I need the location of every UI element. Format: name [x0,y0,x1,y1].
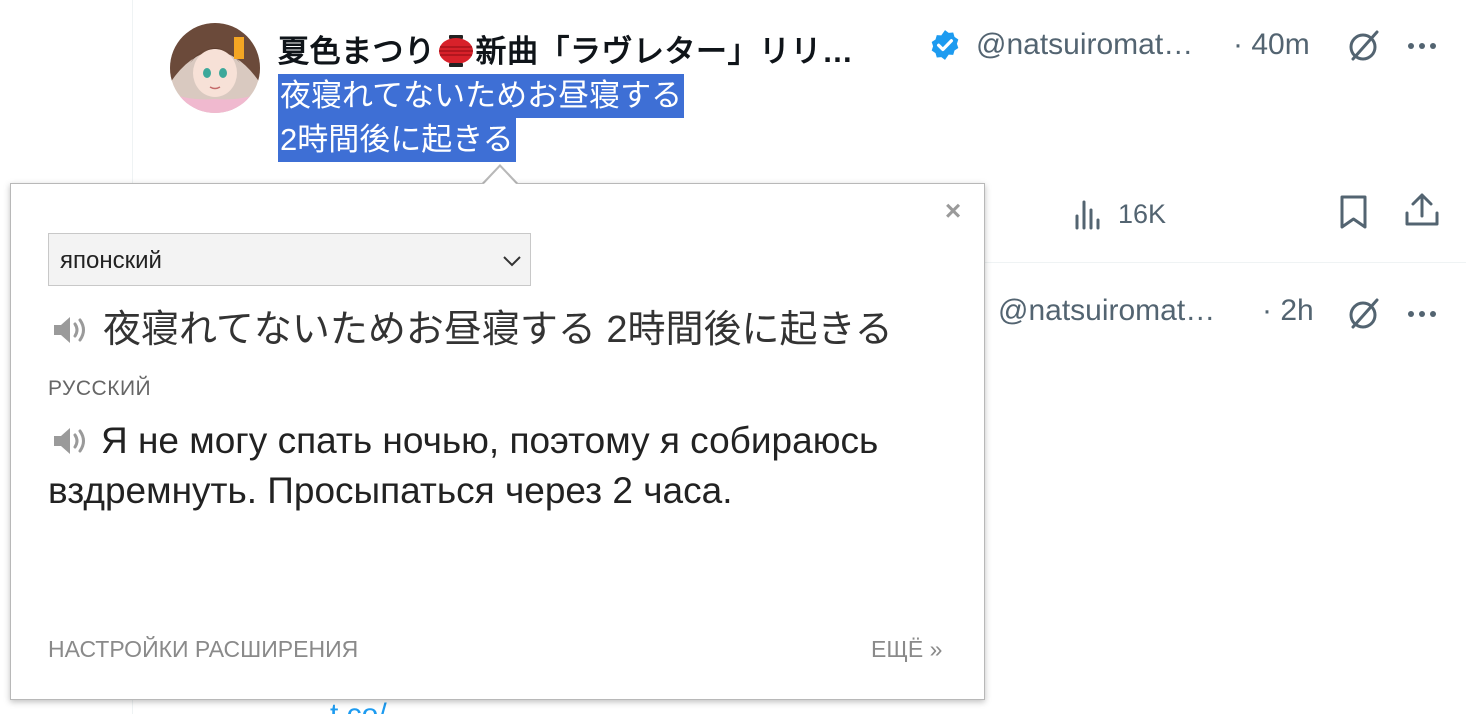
target-language-label: РУССКИЙ [48,377,152,400]
translation-block: Я не могу спать ночью, поэтому я собираю… [48,416,948,516]
extension-settings-link[interactable]: НАСТРОЙКИ РАСШИРЕНИЯ [48,636,358,663]
author-handle[interactable]: @natsuiromat… [976,28,1193,62]
popup-tail-inner [483,167,517,185]
views-chart-icon [1075,200,1100,230]
bookmark-icon[interactable] [1334,192,1374,232]
translate-popup: × японский 夜寝れてないためお昼寝する 2時間後に起きる РУССКИ… [10,183,985,700]
more-icon[interactable] [1404,296,1440,332]
tweet-link[interactable]: t.co/... [330,700,412,714]
grok-icon[interactable] [1346,28,1382,64]
grok-icon[interactable] [1346,296,1382,332]
source-row: 夜寝れてないためお昼寝する 2時間後に起きる [48,308,968,352]
chevron-down-icon [503,256,521,267]
source-text: 夜寝れてないためお昼寝する 2時間後に起きる [103,309,893,351]
tweet-time[interactable]: · 2h [1262,294,1314,328]
author-name[interactable]: 夏色まつり 新曲「ラヴレター」リリ… [278,26,854,71]
views-count: 16K [1118,198,1167,229]
lantern-emoji-icon [438,35,474,67]
page: 夏色まつり 新曲「ラヴレター」リリ… @natsuiromat… · 40m 夜寝… [0,0,1466,714]
tweet-header: 夏色まつり 新曲「ラヴレター」リリ… @natsuiromat… · 40m [278,22,1458,71]
author-handle[interactable]: @natsuiromat… [998,294,1215,328]
avatar[interactable] [170,23,260,113]
tweet-text-line: 2時間後に起きる [278,118,516,162]
speaker-icon[interactable] [52,425,90,457]
verified-badge-icon[interactable] [928,28,962,62]
author-name-part1: 夏色まつり [278,34,436,69]
speaker-icon[interactable] [52,314,90,346]
tweet-text[interactable]: 夜寝れてないためお昼寝する 2時間後に起きる [278,74,685,162]
share-icon[interactable] [1402,190,1442,230]
author-name-part2: 新曲「ラヴレター」リリ… [475,34,854,69]
tweet-time[interactable]: · 40m [1233,28,1310,62]
source-language-label: японский [60,247,162,274]
close-icon[interactable]: × [942,197,964,225]
more-icon[interactable] [1404,28,1440,64]
translated-text: Я не могу спать ночью, поэтому я собираю… [48,420,879,511]
views-button[interactable]: 16K [1072,194,1166,234]
source-language-select[interactable]: японский [48,233,531,286]
tweet-text-line: 夜寝れてないためお昼寝する [278,74,685,118]
more-link[interactable]: ЕЩЁ » [871,636,942,663]
